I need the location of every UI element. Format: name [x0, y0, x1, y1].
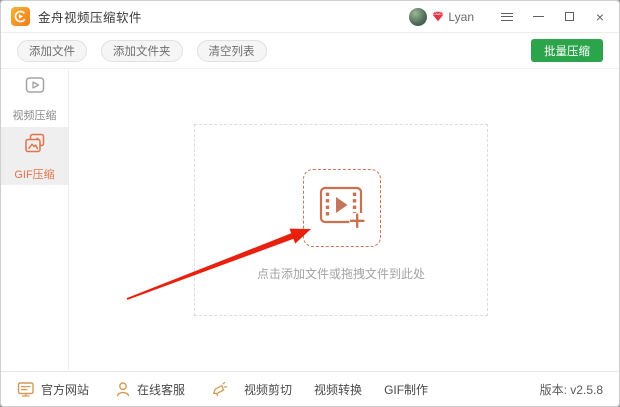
sidebar-item-gif-compress[interactable]: GIF压缩	[1, 127, 68, 185]
close-icon[interactable]: ×	[593, 10, 607, 24]
sidebar: 视频压缩 GIF压缩	[1, 69, 69, 371]
app-title: 金舟视频压缩软件	[38, 11, 143, 25]
app-logo-icon	[11, 7, 30, 26]
sidebar-item-label: GIF压缩	[14, 168, 55, 181]
gif-maker-link[interactable]: GIF制作	[384, 381, 428, 398]
titlebar: 金舟视频压缩软件 Lyan ×	[1, 1, 619, 33]
statusbar: 官方网站 在线客服 视频剪切 视频转换 GIF制作 版本: v2.5.8	[1, 371, 619, 406]
official-site-label: 官方网站	[41, 382, 90, 397]
official-site-link[interactable]: 官方网站	[17, 381, 89, 398]
version-text: 版本: v2.5.8	[539, 382, 603, 397]
batch-compress-button[interactable]: 批量压缩	[531, 39, 603, 62]
video-cut-link[interactable]: 视频剪切	[244, 381, 292, 398]
online-support-label: 在线客服	[137, 382, 186, 397]
menu-icon[interactable]	[500, 10, 514, 24]
gif-compress-icon	[22, 131, 48, 162]
video-convert-link[interactable]: 视频转换	[314, 381, 362, 398]
add-file-button[interactable]: 添加文件	[17, 39, 87, 62]
dropzone-hint-text: 点击添加文件或拖拽文件到此处	[256, 267, 425, 281]
sidebar-item-video-compress[interactable]: 视频压缩	[1, 69, 68, 127]
person-icon	[115, 381, 131, 397]
user-name[interactable]: Lyan	[448, 10, 474, 24]
online-support-link[interactable]: 在线客服	[115, 381, 185, 398]
main-panel: 点击添加文件或拖拽文件到此处	[69, 69, 619, 371]
add-folder-button[interactable]: 添加文件夹	[101, 39, 183, 62]
maximize-icon[interactable]	[562, 10, 576, 24]
file-drop-area[interactable]: 点击添加文件或拖拽文件到此处	[194, 124, 488, 316]
vip-gem-icon	[432, 11, 444, 22]
sidebar-item-label: 视频压缩	[12, 109, 57, 122]
minimize-icon[interactable]	[531, 10, 545, 24]
user-avatar[interactable]	[409, 7, 428, 26]
clear-list-button[interactable]: 清空列表	[196, 39, 267, 62]
monitor-icon	[17, 381, 35, 398]
app-window: 金舟视频压缩软件 Lyan × 添加文件 添加文件夹 清空列表 批量压缩 视频压…	[0, 0, 620, 407]
toolbar: 添加文件 添加文件夹 清空列表 批量压缩	[1, 33, 619, 68]
film-add-icon	[319, 184, 366, 233]
megaphone-icon	[211, 381, 228, 397]
video-compress-icon	[22, 74, 48, 103]
add-file-dropzone[interactable]	[303, 169, 381, 247]
